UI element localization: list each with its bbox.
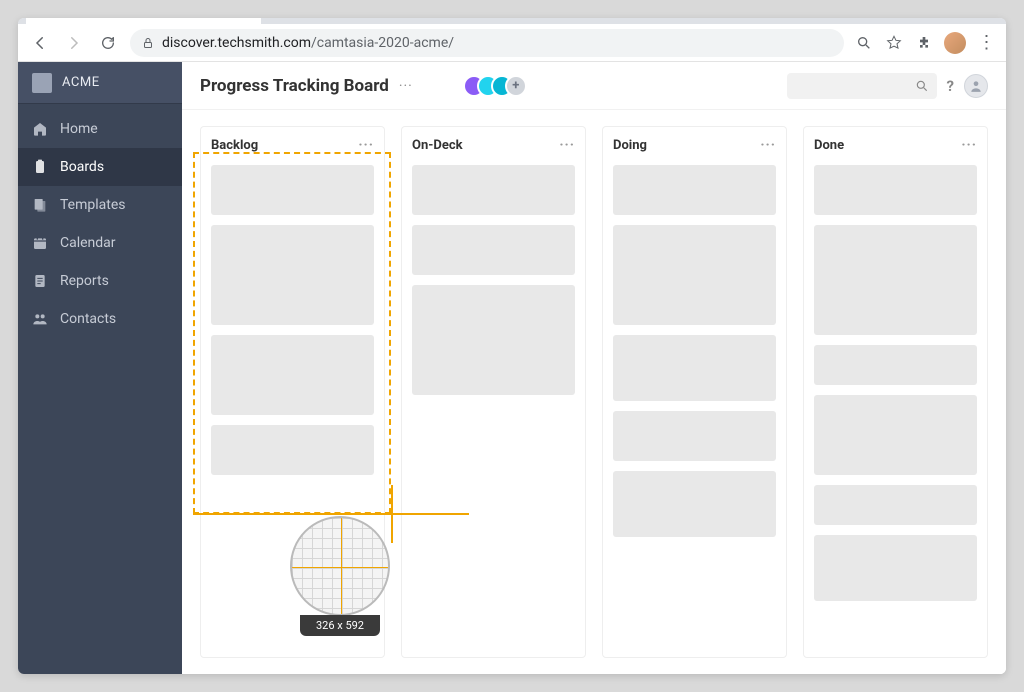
lock-icon [142, 37, 154, 49]
brand-name: ACME [62, 75, 100, 90]
column-title: Doing [613, 138, 647, 153]
sidebar-item-label: Contacts [60, 311, 116, 327]
column-on-deck: On-Deck ··· [401, 126, 586, 658]
tab-strip: https://discover.techsmith.com/c × [18, 18, 1006, 24]
browser-menu-icon[interactable]: ⋮ [976, 33, 996, 53]
url-domain: discover.techsmith.com [162, 35, 311, 51]
card[interactable] [613, 165, 776, 215]
card[interactable] [814, 165, 977, 215]
browser-window: https://discover.techsmith.com/c × di [18, 18, 1006, 674]
topbar: Progress Tracking Board ··· + ? [182, 62, 1006, 110]
card[interactable] [814, 535, 977, 601]
column-more-icon[interactable]: ··· [559, 137, 575, 153]
column-title: Done [814, 138, 844, 153]
person-icon [969, 79, 983, 93]
card[interactable] [211, 335, 374, 415]
browser-tab[interactable]: https://discover.techsmith.com/c × [26, 18, 261, 24]
card[interactable] [412, 285, 575, 395]
card[interactable] [412, 165, 575, 215]
help-button[interactable]: ? [947, 77, 954, 95]
sidebar-item-boards[interactable]: Boards [18, 148, 182, 186]
card[interactable] [613, 335, 776, 401]
card[interactable] [814, 395, 977, 475]
search-input[interactable] [787, 73, 937, 99]
sidebar-item-label: Templates [60, 197, 126, 213]
column-header: Done ··· [814, 137, 977, 155]
title-more-icon[interactable]: ··· [399, 78, 413, 94]
main: Progress Tracking Board ··· + ? Backlog ·… [182, 62, 1006, 674]
column-more-icon[interactable]: ··· [961, 137, 977, 153]
user-avatar[interactable] [964, 74, 988, 98]
profile-avatar[interactable] [944, 32, 966, 54]
extensions-icon[interactable] [914, 33, 934, 53]
contacts-icon [32, 311, 48, 327]
card[interactable] [613, 225, 776, 325]
templates-icon [32, 197, 48, 213]
sidebar-item-reports[interactable]: Reports [18, 262, 182, 300]
column-more-icon[interactable]: ··· [760, 137, 776, 153]
column-doing: Doing ··· [602, 126, 787, 658]
address-bar[interactable]: discover.techsmith.com/camtasia-2020-acm… [130, 29, 844, 57]
card[interactable] [412, 225, 575, 275]
url-path: /camtasia-2020-acme/ [311, 35, 454, 51]
column-title: On-Deck [412, 138, 463, 153]
card[interactable] [211, 425, 374, 475]
back-button[interactable] [28, 31, 52, 55]
board: Backlog ··· On-Deck ··· Doing ··· Done ··· [182, 110, 1006, 674]
column-backlog: Backlog ··· [200, 126, 385, 658]
sidebar-item-label: Home [60, 121, 98, 137]
clipboard-icon [32, 159, 48, 175]
collaborators: + [463, 75, 527, 97]
card[interactable] [814, 345, 977, 385]
home-icon [32, 121, 48, 137]
browser-toolbar: discover.techsmith.com/camtasia-2020-acm… [18, 24, 1006, 62]
column-more-icon[interactable]: ··· [358, 137, 374, 153]
card[interactable] [211, 165, 374, 215]
sidebar: ACME Home Boards Templates Calendar Reports C… [18, 62, 182, 674]
add-collaborator-button[interactable]: + [505, 75, 527, 97]
sidebar-item-label: Calendar [60, 235, 116, 251]
new-tab-button[interactable] [267, 18, 295, 22]
calendar-icon [32, 235, 48, 251]
brand-header[interactable]: ACME [18, 62, 182, 104]
reload-button[interactable] [96, 31, 120, 55]
star-icon[interactable] [884, 33, 904, 53]
card[interactable] [211, 225, 374, 325]
sidebar-item-contacts[interactable]: Contacts [18, 300, 182, 338]
sidebar-item-label: Boards [60, 159, 104, 175]
column-header: Doing ··· [613, 137, 776, 155]
sidebar-item-label: Reports [60, 273, 109, 289]
card[interactable] [814, 225, 977, 335]
column-done: Done ··· [803, 126, 988, 658]
column-title: Backlog [211, 138, 258, 153]
column-header: Backlog ··· [211, 137, 374, 155]
column-header: On-Deck ··· [412, 137, 575, 155]
forward-button[interactable] [62, 31, 86, 55]
page-title: Progress Tracking Board [200, 76, 389, 96]
app-root: ACME Home Boards Templates Calendar Reports C… [18, 62, 1006, 674]
reports-icon [32, 273, 48, 289]
zoom-icon[interactable] [854, 33, 874, 53]
brand-logo [32, 73, 52, 93]
card[interactable] [814, 485, 977, 525]
search-icon [915, 79, 929, 93]
card[interactable] [613, 471, 776, 537]
sidebar-item-home[interactable]: Home [18, 110, 182, 148]
sidebar-item-templates[interactable]: Templates [18, 186, 182, 224]
sidebar-nav: Home Boards Templates Calendar Reports Contac… [18, 104, 182, 338]
sidebar-item-calendar[interactable]: Calendar [18, 224, 182, 262]
card[interactable] [613, 411, 776, 461]
